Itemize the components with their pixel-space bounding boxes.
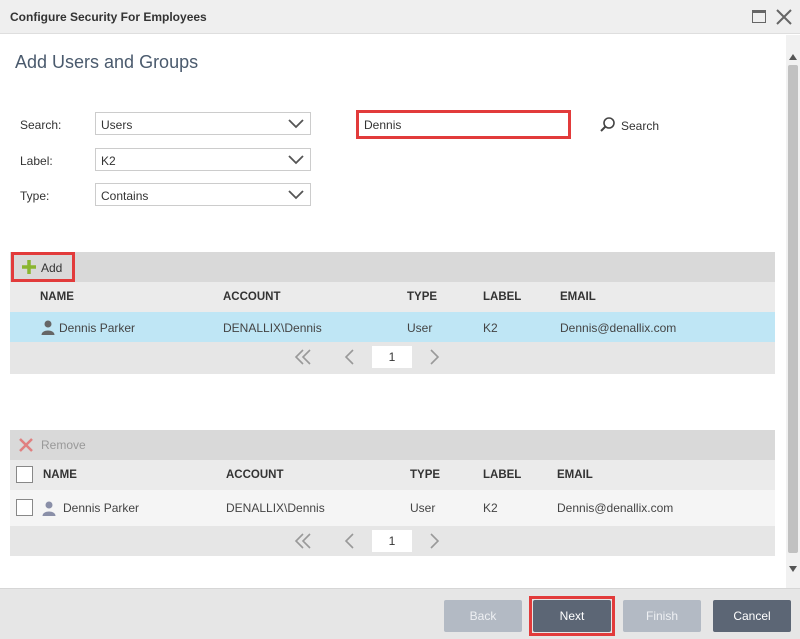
row-checkbox[interactable] [16,499,33,516]
vertical-scrollbar[interactable] [786,35,800,588]
first-page-icon[interactable] [294,532,312,550]
search-type-value: Users [101,118,133,132]
next-button[interactable]: Next [533,600,611,632]
column-header-type[interactable]: TYPE [410,469,440,481]
column-header-name[interactable]: NAME [43,469,77,481]
remove-x-icon [19,438,33,452]
finish-button[interactable]: Finish [623,600,701,632]
maximize-button[interactable] [749,7,769,27]
prev-page-icon[interactable] [344,348,356,366]
column-header-account[interactable]: ACCOUNT [226,469,284,481]
scrollbar-thumb[interactable] [788,65,798,553]
window-titlebar: Configure Security For Employees [0,0,800,34]
column-header-email[interactable]: EMAIL [560,291,596,303]
cell-name: Dennis Parker [59,321,136,335]
scroll-down-icon[interactable] [789,566,797,572]
chevron-down-icon [288,190,304,200]
table-row[interactable]: Dennis Parker DENALLIX\Dennis User K2 De… [10,490,775,526]
dialog-content: Add Users and Groups Search: Users Label… [0,35,786,588]
scroll-up-icon[interactable] [789,54,797,60]
column-header-name[interactable]: NAME [40,291,74,303]
column-header-account[interactable]: ACCOUNT [223,291,281,303]
chevron-down-icon [288,119,304,129]
search-type-dropdown[interactable]: Users [95,112,311,135]
cell-account: DENALLIX\Dennis [226,501,325,515]
next-button-highlight: Next [529,596,615,636]
page-number[interactable]: 1 [372,530,412,552]
window-title: Configure Security For Employees [10,10,207,24]
results-toolbar: Add [10,252,775,282]
results-pager: 1 [10,342,775,372]
cell-email: Dennis@denallix.com [557,501,674,515]
column-header-type[interactable]: TYPE [407,291,437,303]
search-input-value: Dennis [364,118,402,132]
user-icon [42,501,56,516]
next-page-icon[interactable] [428,348,440,366]
label-value: K2 [101,154,116,168]
cell-email: Dennis@denallix.com [560,321,677,335]
select-all-checkbox[interactable] [16,466,33,483]
search-label: Search: [20,118,62,132]
search-icon [600,117,615,132]
page-number[interactable]: 1 [372,346,412,368]
cancel-button[interactable]: Cancel [713,600,791,632]
search-input[interactable]: Dennis [356,110,571,139]
selected-pager: 1 [10,526,775,556]
match-type-dropdown[interactable]: Contains [95,183,311,206]
next-page-icon[interactable] [428,532,440,550]
add-button[interactable]: Add [11,252,75,282]
close-icon [776,9,792,25]
selected-header: NAME ACCOUNT TYPE LABEL EMAIL [10,460,775,490]
search-button-label: Search [621,119,660,133]
table-row[interactable]: Dennis Parker DENALLIX\Dennis User K2 De… [10,312,775,342]
chevron-down-icon [288,155,304,165]
results-grid: Add NAME ACCOUNT TYPE LABEL EMAIL Dennis… [10,252,775,374]
cell-account: DENALLIX\Dennis [223,321,322,335]
label-label: Label: [20,154,53,168]
remove-button-label: Remove [41,438,86,452]
results-header: NAME ACCOUNT TYPE LABEL EMAIL [10,282,775,312]
dialog-footer: Back Next Finish Cancel [0,588,800,639]
user-icon [41,320,55,335]
add-button-label: Add [41,261,63,275]
column-header-email[interactable]: EMAIL [557,469,593,481]
cell-label: K2 [483,321,498,335]
cell-type: User [410,501,436,515]
prev-page-icon[interactable] [344,532,356,550]
close-button[interactable] [774,7,794,27]
cell-name: Dennis Parker [63,501,140,515]
type-label: Type: [20,189,50,203]
column-header-label[interactable]: LABEL [483,291,521,303]
selected-grid: Remove NAME ACCOUNT TYPE LABEL EMAIL Den… [10,430,775,556]
back-button[interactable]: Back [444,600,522,632]
cell-label: K2 [483,501,498,515]
column-header-label[interactable]: LABEL [483,469,521,481]
page-title: Add Users and Groups [15,52,199,72]
maximize-icon [752,10,766,23]
match-type-value: Contains [101,189,149,203]
cell-type: User [407,321,433,335]
plus-icon [22,260,36,274]
first-page-icon[interactable] [294,348,312,366]
label-dropdown[interactable]: K2 [95,148,311,171]
selected-toolbar: Remove [10,430,775,460]
